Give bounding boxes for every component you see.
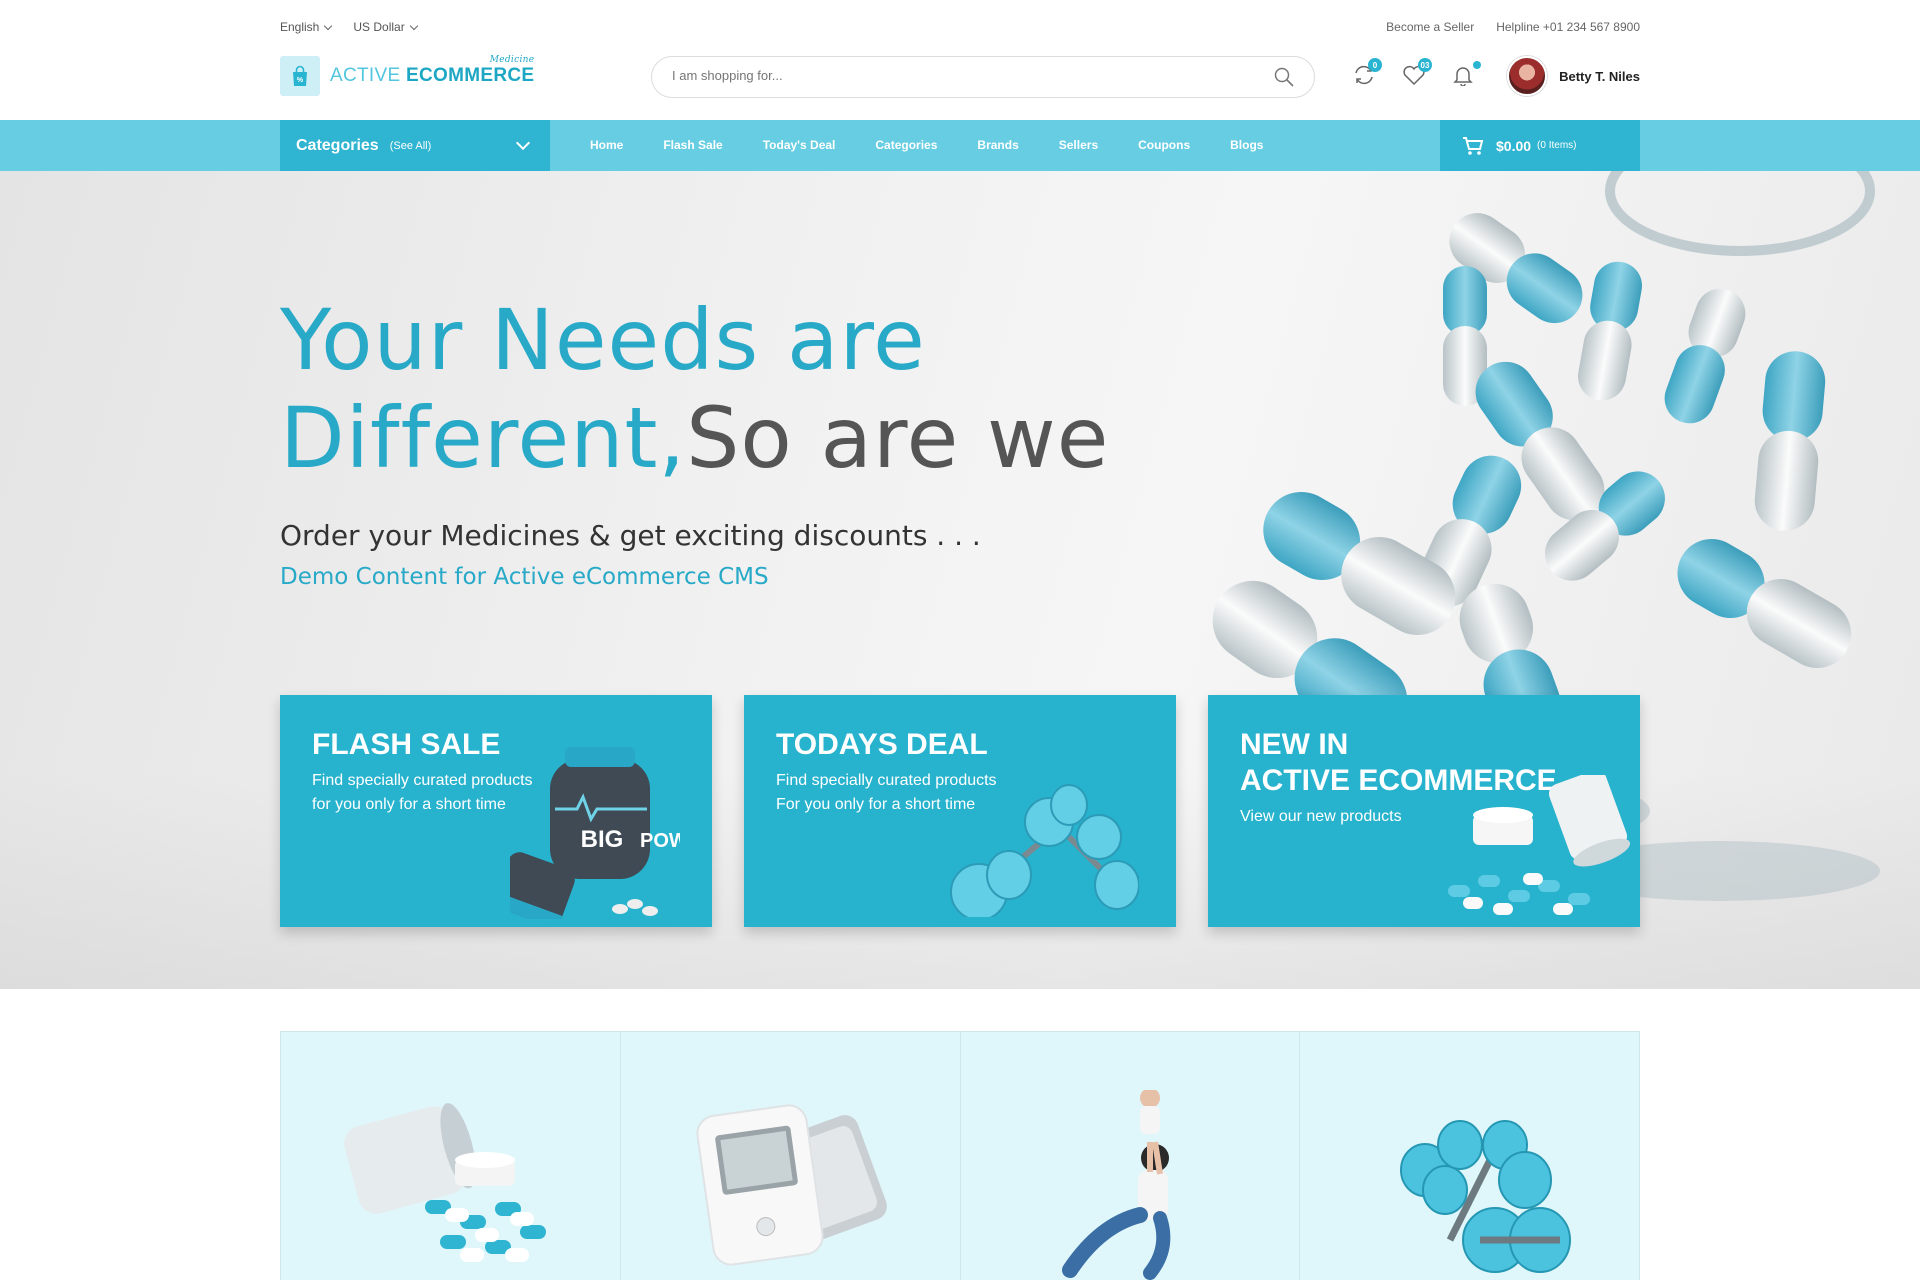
dumbbells-icon — [1399, 1120, 1571, 1273]
cart-button[interactable]: $0.00 (0 Items) — [1440, 120, 1640, 171]
hero-line-2-dark: So are we — [686, 389, 1110, 487]
cart-amount: $0.00 — [1496, 137, 1532, 154]
category-card-mother-baby[interactable] — [960, 1032, 1301, 1280]
nav-link-categories[interactable]: Categories — [875, 138, 937, 152]
currency-selector[interactable]: US Dollar — [353, 20, 418, 34]
logo-part1: ACTIVE — [330, 65, 401, 86]
category-card-fitness[interactable] — [1300, 1032, 1639, 1280]
categories-dropdown[interactable]: Categories (See All) — [280, 120, 550, 171]
search-box — [651, 56, 1315, 98]
nav-link-brands[interactable]: Brands — [977, 138, 1018, 152]
nav-link-flash-sale[interactable]: Flash Sale — [663, 138, 722, 152]
promo-title: TODAYS DEAL — [776, 728, 988, 761]
logo[interactable]: % ACTIVE ECOMMERCE Medicine — [280, 55, 535, 96]
hero-banner: Your Needs are Different,So are we Order… — [0, 171, 1920, 989]
dumbbells-image — [950, 784, 1139, 917]
see-all-label: (See All) — [389, 139, 432, 152]
hero-demo-note: Demo Content for Active eCommerce CMS — [280, 564, 769, 590]
compare-button[interactable]: 0 — [1352, 58, 1382, 88]
logo-part2: ECOMMERCE — [406, 65, 535, 86]
top-bar: English US Dollar Become a Seller Helpli… — [0, 0, 1920, 52]
category-card-medicine[interactable] — [281, 1032, 621, 1280]
cart-icon — [1463, 136, 1484, 155]
blood-pressure-monitor-icon — [696, 1104, 887, 1266]
chevron-down-icon — [324, 21, 333, 30]
pills-bottle-image — [1448, 775, 1631, 915]
search-input[interactable] — [672, 68, 1232, 83]
svg-text:%: % — [297, 77, 304, 84]
search-icon[interactable] — [1274, 67, 1294, 92]
nav-link-blogs[interactable]: Blogs — [1230, 138, 1263, 152]
hero-subtitle: Order your Medicines & get exciting disc… — [280, 519, 981, 552]
nav-link-sellers[interactable]: Sellers — [1059, 138, 1098, 152]
nav-link-home[interactable]: Home — [590, 138, 623, 152]
protein-jar-image: BIG POWER — [510, 747, 680, 919]
compare-count-badge: 0 — [1368, 58, 1382, 72]
header: % ACTIVE ECOMMERCE Medicine 0 03 Betty T… — [0, 52, 1920, 120]
hero-line-1: Your Needs are — [280, 291, 926, 389]
language-selector[interactable]: English — [280, 20, 333, 34]
featured-categories — [280, 1031, 1640, 1280]
main-nav: Categories (See All) Home Flash Sale Tod… — [0, 120, 1920, 171]
categories-label: Categories — [296, 136, 379, 154]
shopping-bag-icon: % — [280, 56, 320, 96]
notifications-button[interactable] — [1452, 61, 1481, 88]
wishlist-button[interactable]: 03 — [1402, 58, 1432, 88]
jar-label-big: BIG — [581, 826, 624, 853]
user-menu[interactable]: Betty T. Niles — [1507, 56, 1640, 96]
become-seller-link[interactable]: Become a Seller — [1386, 20, 1474, 34]
nav-link-todays-deal[interactable]: Today's Deal — [763, 138, 836, 152]
logo-tagline: Medicine — [489, 55, 535, 65]
hero-line-2: Different,So are we — [280, 389, 1109, 487]
jar-label-power: POWER — [640, 830, 680, 852]
helpline-link[interactable]: Helpline +01 234 567 8900 — [1496, 20, 1640, 34]
chevron-down-icon — [409, 21, 418, 30]
mother-baby-icon — [1061, 1090, 1171, 1280]
pills-bottle-icon — [344, 1103, 547, 1262]
logo-text: ACTIVE ECOMMERCE Medicine — [330, 55, 535, 87]
nav-link-coupons[interactable]: Coupons — [1138, 138, 1190, 152]
wishlist-count-badge: 03 — [1418, 58, 1432, 72]
cart-items: (0 Items) — [1537, 140, 1577, 151]
avatar — [1507, 56, 1548, 96]
promo-new-in[interactable]: NEW IN ACTIVE ECOMMERCE View our new pro… — [1208, 695, 1640, 927]
language-label: English — [280, 20, 320, 34]
currency-label: US Dollar — [353, 20, 405, 34]
notification-dot — [1473, 61, 1481, 69]
category-card-devices[interactable] — [620, 1032, 961, 1280]
promo-flash-sale[interactable]: FLASH SALE Find specially curated produc… — [280, 695, 712, 927]
hero-headline: Your Needs are Different,So are we — [280, 291, 1109, 487]
promo-title-line-1: NEW IN — [1240, 728, 1349, 761]
hero-line-2-accent: Different, — [280, 389, 687, 487]
bell-icon — [1453, 67, 1473, 87]
promo-todays-deal[interactable]: TODAYS DEAL Find specially curated produ… — [744, 695, 1176, 927]
chevron-down-icon — [515, 135, 531, 151]
user-name: Betty T. Niles — [1559, 68, 1640, 84]
promo-title: FLASH SALE — [312, 728, 501, 761]
